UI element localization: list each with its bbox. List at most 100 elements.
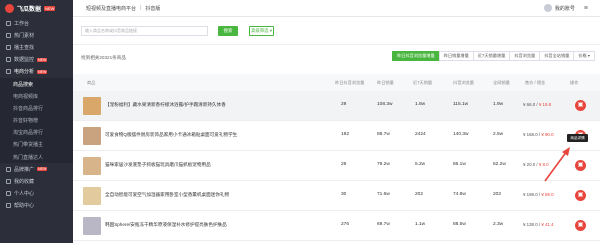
cell-views: 29: [341, 162, 347, 167]
detail-icon[interactable]: ▣: [575, 220, 586, 231]
cell-sales-yday: 71.6w: [377, 192, 390, 197]
annotation-arrow: [544, 147, 570, 182]
search-input[interactable]: 输入商品名称或抖音商品链接: [81, 26, 208, 36]
sidebar-item[interactable]: 抖音商品排行: [0, 102, 73, 115]
cell-total-sales: 62.2w: [493, 162, 506, 167]
user-menu[interactable]: 我的账号 ≡: [543, 4, 588, 12]
cell-total-sales: 2.5w: [493, 132, 504, 137]
sidebar-item-label: 工作台: [14, 20, 30, 27]
sidebar-item[interactable]: 个人中心: [0, 188, 73, 200]
sidebar-item[interactable]: 淘宝商品排行: [0, 126, 73, 139]
cell-views: 276: [341, 222, 350, 227]
sidebar-item[interactable]: 抖音好物榜: [0, 114, 73, 127]
sidebar-item[interactable]: 商品搜索: [0, 77, 73, 91]
table-row[interactable]: 全自动智能可爱空气加湿器家用卧室小型香薰机桌面迷你礼物 30 71.6w 202 74.…: [73, 181, 600, 211]
sidebar-item-label: 播主查找: [14, 44, 35, 51]
sidebar-item-label: 电商分析: [14, 69, 35, 76]
nav-icon: [6, 179, 11, 185]
nav-icon: [6, 191, 11, 197]
table-row[interactable]: 可爱食物Q版摆件厨房装饰品家用小卡通冰箱贴桌面可爱礼物学生 192 88.7w 242…: [73, 121, 600, 151]
sidebar-item-label: 抖音商品排行: [13, 105, 44, 112]
cell-sales-7d: 5.2w: [415, 162, 426, 167]
col-sales-yday: 昨日销量: [377, 80, 394, 85]
product-title[interactable]: 全自动智能可爱空气加湿器家用卧室小型香薰机桌面迷你礼物: [105, 192, 255, 198]
price-value: ¥ 20.0 /: [523, 162, 538, 167]
cell-total-views: 88.5w: [453, 222, 466, 227]
table-row[interactable]: 韩国Sphere/安瓶冻干精华原液保湿补水修护提亮肤色护肤品 276 69.7w 1.…: [73, 211, 600, 241]
brand[interactable]: 飞瓜数据 NEW: [0, 0, 73, 17]
nav-icon: [6, 57, 11, 63]
cell-total-sales: 202: [493, 192, 502, 197]
price-value: ¥ 66.0 /: [523, 102, 538, 107]
sidebar-item-label: 数据监控: [14, 57, 35, 64]
sidebar-item[interactable]: 电商视频库: [0, 90, 73, 103]
sidebar-item-label: 我的收藏: [14, 179, 35, 186]
nav-icon: [6, 44, 11, 50]
product-thumbnail[interactable]: [83, 157, 101, 175]
cell-total-views: 86.1w: [453, 162, 466, 167]
cell-views: 30: [341, 192, 347, 197]
nav-icon: [6, 166, 11, 172]
sort-tab[interactable]: 昨日销量增量: [438, 51, 474, 61]
sort-tab[interactable]: 价格 ▾: [573, 51, 595, 61]
breadcrumb-platform[interactable]: 短视频及直播电商平台: [86, 5, 136, 12]
sidebar-item[interactable]: 工作台: [0, 17, 73, 29]
sort-tab[interactable]: 抖音全站销量: [539, 51, 575, 61]
new-badge: NEW: [37, 167, 48, 172]
sidebar-item[interactable]: 电商分析 NEW: [0, 66, 73, 78]
price-value: ¥ 198.0 /: [523, 192, 541, 197]
cell-price: ¥ 168.0 / ¥ 90.0: [523, 132, 554, 137]
product-thumbnail[interactable]: [83, 187, 101, 205]
sort-tabs: 昨日抖音浏览量增量 昨日销量增量 近7天销量增量 抖音浏览量 抖音全站销量 价格 ▾: [391, 51, 595, 61]
sidebar-item[interactable]: 播主查找: [0, 41, 73, 53]
product-title[interactable]: 韩国Sphere/安瓶冻干精华原液保湿补水修护提亮肤色护肤品: [105, 222, 255, 228]
sidebar-item[interactable]: 品牌推广 NEW: [0, 163, 73, 175]
cell-price: ¥ 138.0 / ¥ 41.4: [523, 222, 554, 227]
table-body: 【宠粉福利】藏水果清新香柠檬沐浴露/护手霜清新持久体香 29 108.3w 1.8w 1…: [73, 91, 600, 241]
sidebar-item-label: 抖音好物榜: [13, 118, 39, 125]
sort-tab[interactable]: 抖音浏览量: [509, 51, 541, 61]
logo-icon: [5, 4, 14, 13]
table-row[interactable]: 猫咪家居沙发底垫子抓板猫玩具磨爪猫抓板宠物用品 29 79.2w 5.2w 86.1w 6…: [73, 151, 600, 181]
breadcrumb-version[interactable]: 抖音版: [145, 5, 160, 12]
product-title[interactable]: 【宠粉福利】藏水果清新香柠檬沐浴露/护手霜清新持久体香: [105, 102, 255, 108]
sidebar-item[interactable]: 热门带货播主: [0, 138, 73, 152]
product-title[interactable]: 可爱食物Q版摆件厨房装饰品家用小卡通冰箱贴桌面可爱礼物学生: [105, 132, 255, 138]
cell-views: 192: [341, 132, 350, 137]
cell-sales-7d: 1.8w: [415, 102, 426, 107]
product-thumbnail[interactable]: [83, 97, 101, 115]
sidebar-item-label: 热门带货播主: [13, 142, 44, 149]
product-thumbnail[interactable]: [83, 217, 101, 235]
product-title[interactable]: 猫咪家居沙发底垫子抓板猫玩具磨爪猫抓板宠物用品: [105, 162, 255, 168]
sidebar-item[interactable]: 帮助中心: [0, 200, 73, 212]
sort-tab[interactable]: 昨日抖音浏览量增量: [391, 51, 440, 61]
detail-icon[interactable]: ▣: [575, 100, 586, 111]
nav-icon: [6, 32, 11, 38]
sidebar-item-label: 帮助中心: [14, 203, 35, 210]
result-count: 找到相关20321条商品: [81, 55, 126, 60]
col-sales-7d: 近7天销量: [413, 80, 433, 85]
detail-icon[interactable]: ▣: [575, 190, 586, 201]
sidebar-item[interactable]: 数据监控 NEW: [0, 54, 73, 66]
new-badge: NEW: [37, 69, 48, 74]
sidebar-item[interactable]: 我的收藏: [0, 175, 73, 187]
cell-total-sales: 2.3w: [493, 222, 504, 227]
brand-tag: NEW: [44, 6, 56, 11]
sort-tab[interactable]: 近7天销量增量: [472, 51, 511, 61]
cell-price: ¥ 66.0 / ¥ 19.8: [523, 102, 551, 107]
detail-icon[interactable]: ▣: [575, 160, 586, 171]
sidebar-item-label: 电商视频库: [13, 93, 39, 100]
avatar: [543, 4, 552, 12]
cell-total-views: 74.8w: [453, 192, 466, 197]
sidebar-item-label: 商品搜索: [13, 81, 34, 88]
advanced-filter-button[interactable]: 高级筛选 ▾: [249, 26, 274, 36]
sidebar-item-label: 热门素材: [14, 32, 35, 39]
sidebar-item[interactable]: 热门素材: [0, 29, 73, 41]
table-header: 商品 昨日抖音浏览量 昨日销量 近7天销量 抖音浏览量 全网销量 售价 / 佣金…: [73, 74, 600, 91]
sidebar-item[interactable]: 热门直播达人: [0, 151, 73, 164]
cell-sales-7d: 202: [415, 192, 424, 197]
menu-icon[interactable]: ≡: [584, 5, 588, 12]
search-button[interactable]: 搜索: [218, 26, 238, 36]
table-row[interactable]: 【宠粉福利】藏水果清新香柠檬沐浴露/护手霜清新持久体香 29 108.3w 1.8w 1…: [73, 91, 600, 121]
product-thumbnail[interactable]: [83, 127, 101, 145]
